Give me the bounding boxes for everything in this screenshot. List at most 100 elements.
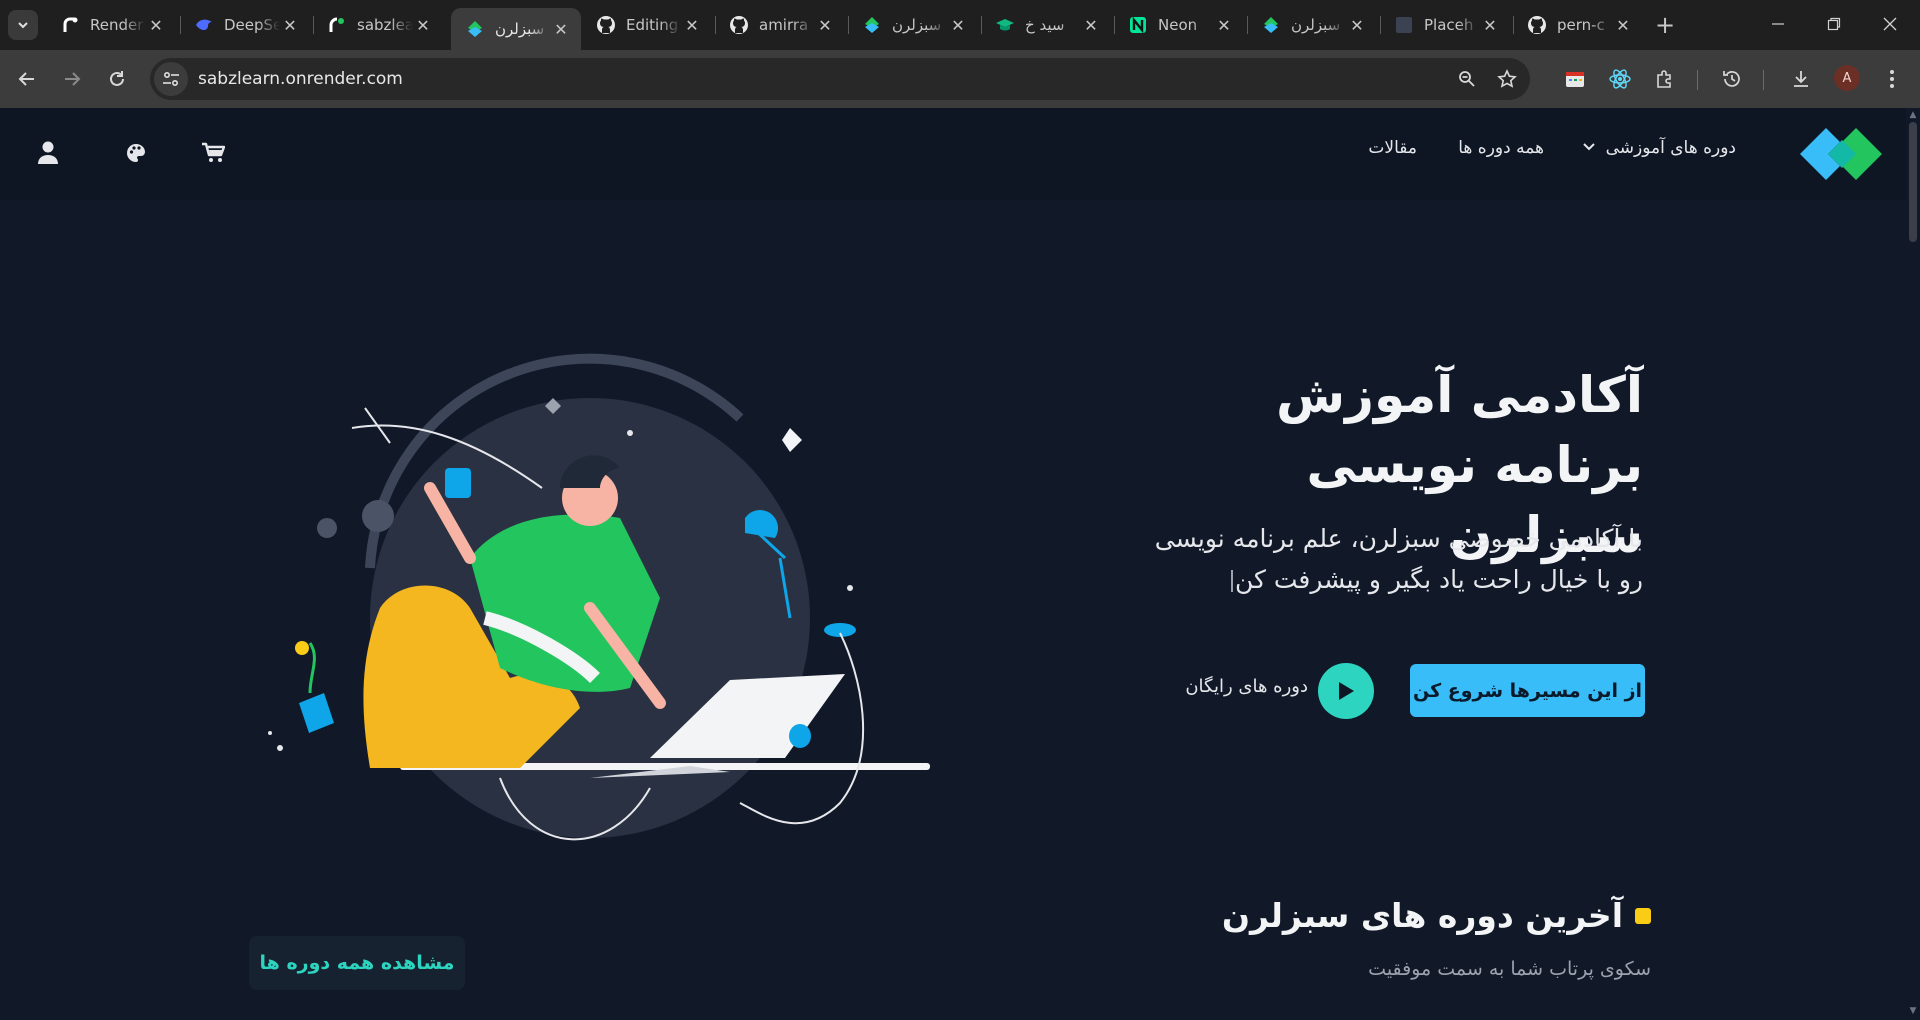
browser-tab[interactable]: سبزلرن ✕ — [1247, 6, 1377, 44]
tab-title: سبزلرن — [1291, 16, 1341, 34]
tab-title: pern-c — [1557, 16, 1605, 34]
latest-courses-subtitle: سکوی پرتاب شما به سمت موفقیت — [1368, 958, 1651, 980]
nav-courses-menu[interactable]: دوره های آموزشی — [1582, 138, 1736, 158]
page-viewport: دوره های آموزشی همه دوره ها مقالات آکادم… — [0, 108, 1906, 1020]
hero-subtitle-text: با آکادمی خصوصی سبزلرن، علم برنامه نویسی… — [1154, 524, 1643, 594]
scrollbar-thumb[interactable] — [1909, 122, 1917, 242]
address-bar[interactable]: sabzlearn.onrender.com — [150, 58, 1530, 100]
github-favicon-icon — [596, 15, 616, 35]
play-icon — [1339, 682, 1354, 700]
browser-tab[interactable]: سبزلرن ✕ — [848, 6, 978, 44]
browser-tab[interactable]: سید خ ✕ — [981, 6, 1111, 44]
tab-title: DeepSeek — [224, 16, 280, 34]
text-caret — [1230, 570, 1233, 592]
history-icon[interactable] — [1715, 62, 1749, 96]
nav-all-courses-label: همه دوره ها — [1458, 138, 1544, 158]
kebab-menu-icon[interactable] — [1875, 62, 1909, 96]
nav-articles[interactable]: مقالات — [1368, 138, 1417, 158]
browser-tab[interactable]: Placeh ✕ — [1380, 6, 1510, 44]
close-icon[interactable]: ✕ — [815, 15, 835, 35]
hero-title-line1: آکادمی آموزش — [1276, 366, 1643, 424]
close-icon[interactable]: ✕ — [413, 15, 433, 35]
close-icon[interactable]: ✕ — [146, 15, 166, 35]
close-window-button[interactable] — [1862, 4, 1918, 44]
new-tab-button[interactable]: + — [1650, 10, 1680, 40]
profile-avatar[interactable]: A — [1834, 65, 1860, 91]
neon-favicon-icon — [1128, 15, 1148, 35]
scroll-down-arrow-icon[interactable]: ▼ — [1908, 1006, 1918, 1016]
scroll-up-arrow-icon[interactable]: ▲ — [1908, 110, 1918, 120]
close-icon[interactable]: ✕ — [1081, 15, 1101, 35]
yellow-square-icon — [1635, 907, 1651, 924]
browser-tab[interactable]: DeepSeek ✕ — [180, 6, 310, 44]
deepseek-favicon-icon — [194, 15, 214, 35]
close-icon[interactable]: ✕ — [551, 19, 571, 39]
browser-tab-active[interactable]: سبزلرن ✕ — [451, 8, 581, 50]
theme-palette-icon[interactable] — [119, 136, 153, 170]
github-favicon-icon — [1527, 15, 1547, 35]
arrow-left-icon — [18, 72, 34, 86]
browser-toolbar: sabzlearn.onrender.com — [0, 50, 1920, 108]
extension-calendar-icon[interactable] — [1558, 62, 1592, 96]
sabzlearn-logo-favicon-icon — [465, 19, 485, 39]
cart-icon[interactable] — [196, 136, 230, 170]
free-courses-play-button[interactable] — [1318, 663, 1374, 719]
sabzlearn-logo-favicon-icon — [1261, 15, 1281, 35]
tab-title: amirra — [759, 16, 809, 34]
site-info-icon[interactable] — [154, 62, 188, 96]
tab-title: Neon — [1158, 16, 1198, 34]
tab-title: سید خ — [1025, 16, 1065, 34]
zoom-icon[interactable] — [1450, 62, 1484, 96]
tab-title: Placeh — [1424, 16, 1474, 34]
restore-icon — [1827, 17, 1841, 31]
page-scrollbar[interactable]: ▲ ▼ — [1906, 108, 1920, 1020]
browser-tab[interactable]: pern-c ✕ — [1513, 6, 1643, 44]
chevron-down-icon — [1582, 141, 1596, 156]
browser-tab[interactable]: sabzlearn ✕ — [313, 6, 443, 44]
hero-subtitle: با آکادمی خصوصی سبزلرن، علم برنامه نویسی… — [1143, 518, 1643, 600]
placeholder-favicon-icon — [1394, 15, 1414, 35]
arrow-right-icon — [65, 72, 81, 86]
browser-tab[interactable]: Render ✕ — [46, 6, 176, 44]
close-icon[interactable]: ✕ — [1480, 15, 1500, 35]
bookmark-star-icon[interactable] — [1490, 62, 1524, 96]
latest-courses-title-text: آخرین دوره های سبزلرن — [1221, 896, 1623, 935]
sabzlearn-favicon-icon — [327, 15, 347, 35]
start-paths-button[interactable]: از این مسیرها شروع کن — [1410, 664, 1645, 717]
latest-courses-title: آخرین دوره های سبزلرن — [1222, 896, 1651, 935]
browser-tab[interactable]: Editing ✕ — [582, 6, 712, 44]
download-icon[interactable] — [1784, 62, 1818, 96]
forward-button[interactable] — [55, 62, 89, 96]
browser-tab[interactable]: Neon ✕ — [1114, 6, 1244, 44]
close-icon[interactable]: ✕ — [1613, 15, 1633, 35]
url-text[interactable]: sabzlearn.onrender.com — [198, 69, 1450, 89]
nav-courses-label: دوره های آموزشی — [1605, 138, 1736, 158]
close-icon — [1883, 17, 1897, 31]
tab-title: Editing — [626, 16, 679, 34]
back-button[interactable] — [10, 62, 44, 96]
close-icon[interactable]: ✕ — [682, 15, 702, 35]
reload-icon — [110, 71, 124, 86]
view-all-courses-button[interactable]: مشاهده همه دوره ها — [249, 936, 465, 990]
sabzlearn-logo[interactable] — [1798, 126, 1884, 182]
close-icon[interactable]: ✕ — [1347, 15, 1367, 35]
free-courses-label[interactable]: دوره های رایگان — [1150, 676, 1308, 697]
react-devtools-icon[interactable] — [1603, 62, 1637, 96]
tab-title: sabzlearn — [357, 16, 413, 34]
reload-button[interactable] — [100, 62, 134, 96]
extensions-puzzle-icon[interactable] — [1648, 62, 1682, 96]
user-account-icon[interactable] — [31, 136, 65, 170]
close-icon[interactable]: ✕ — [1214, 15, 1234, 35]
browser-tab[interactable]: amirra ✕ — [715, 6, 845, 44]
restore-button[interactable] — [1806, 4, 1862, 44]
minimize-button[interactable] — [1750, 4, 1806, 44]
site-header: دوره های آموزشی همه دوره ها مقالات — [0, 108, 1906, 200]
tab-title: سبزلرن — [495, 20, 545, 38]
nav-all-courses[interactable]: همه دوره ها — [1458, 138, 1544, 158]
browser-tabstrip: Render ✕ DeepSeek ✕ sabzlearn ✕ سبزلرن ✕… — [0, 0, 1920, 50]
close-icon[interactable]: ✕ — [948, 15, 968, 35]
tab-title: Render — [90, 16, 144, 34]
tab-search-button[interactable] — [8, 10, 38, 40]
chevron-down-icon — [18, 22, 28, 29]
close-icon[interactable]: ✕ — [280, 15, 300, 35]
